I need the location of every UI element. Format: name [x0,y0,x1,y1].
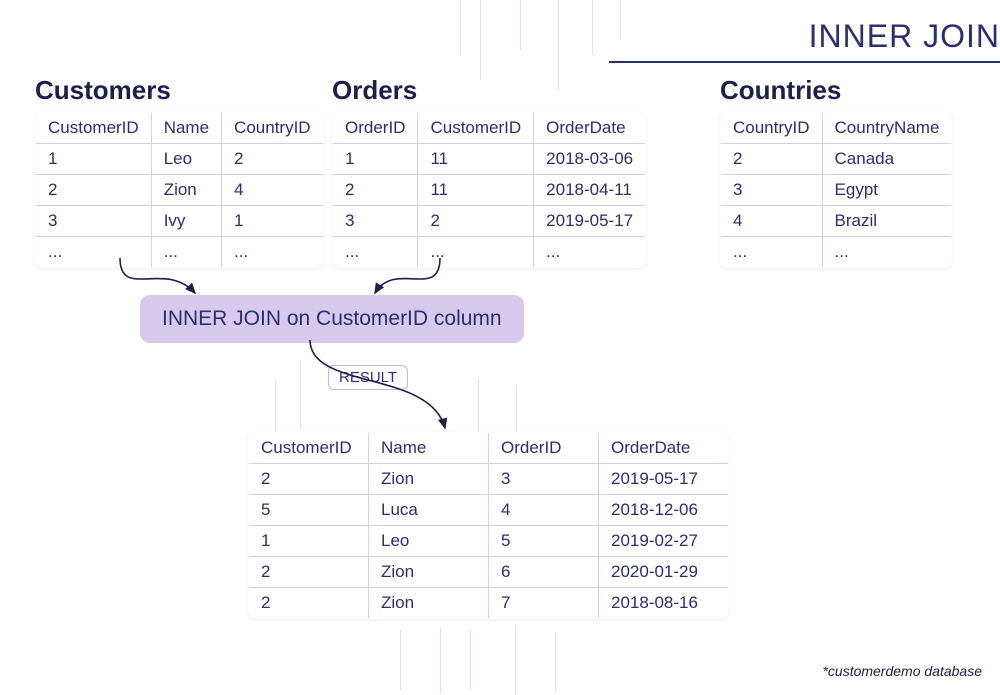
table-row: 1Leo2 [36,144,324,175]
table-row: 2Zion4 [36,175,324,206]
countries-title: Countries [720,75,952,106]
orders-block: Orders OrderID CustomerID OrderDate 1112… [332,75,646,268]
countries-table: CountryID CountryName 2Canada 3Egypt 4Br… [720,112,952,268]
table-row: ......... [36,237,324,268]
col-header: CountryID [721,113,823,144]
table-row: 2112018-04-11 [333,175,646,206]
col-header: CountryName [822,113,952,144]
col-header: CustomerID [249,433,369,464]
col-header: Name [369,433,489,464]
countries-block: Countries CountryID CountryName 2Canada … [720,75,952,268]
col-header: OrderID [489,433,599,464]
table-row: 3Egypt [721,175,952,206]
table-row: 2Zion62020-01-29 [249,557,729,588]
col-header: OrderDate [534,113,646,144]
result-table: CustomerID Name OrderID OrderDate 2Zion3… [248,432,729,619]
table-row: 2Zion72018-08-16 [249,588,729,619]
col-header: CustomerID [36,113,152,144]
customers-title: Customers [35,75,324,106]
result-block: CustomerID Name OrderID OrderDate 2Zion3… [248,432,729,619]
table-row: 2Canada [721,144,952,175]
page-title: INNER JOIN [609,18,1000,63]
customers-block: Customers CustomerID Name CountryID 1Leo… [35,75,324,268]
col-header: OrderDate [599,433,729,464]
col-header: Name [151,113,221,144]
table-row: 2Zion32019-05-17 [249,464,729,495]
table-row: ...... [721,237,952,268]
orders-table: OrderID CustomerID OrderDate 1112018-03-… [332,112,646,268]
table-row: 3Ivy1 [36,206,324,237]
col-header: CountryID [222,113,324,144]
orders-title: Orders [332,75,646,106]
table-row: 5Luca42018-12-06 [249,495,729,526]
table-row: 1Leo52019-02-27 [249,526,729,557]
customers-table: CustomerID Name CountryID 1Leo2 2Zion4 3… [35,112,324,268]
table-row: ......... [333,237,646,268]
table-row: 1112018-03-06 [333,144,646,175]
col-header: CustomerID [418,113,534,144]
footnote: *customerdemo database [822,663,982,679]
table-row: 322019-05-17 [333,206,646,237]
table-row: 4Brazil [721,206,952,237]
result-label: RESULT [328,365,408,390]
join-pill: INNER JOIN on CustomerID column [140,295,524,343]
col-header: OrderID [333,113,418,144]
